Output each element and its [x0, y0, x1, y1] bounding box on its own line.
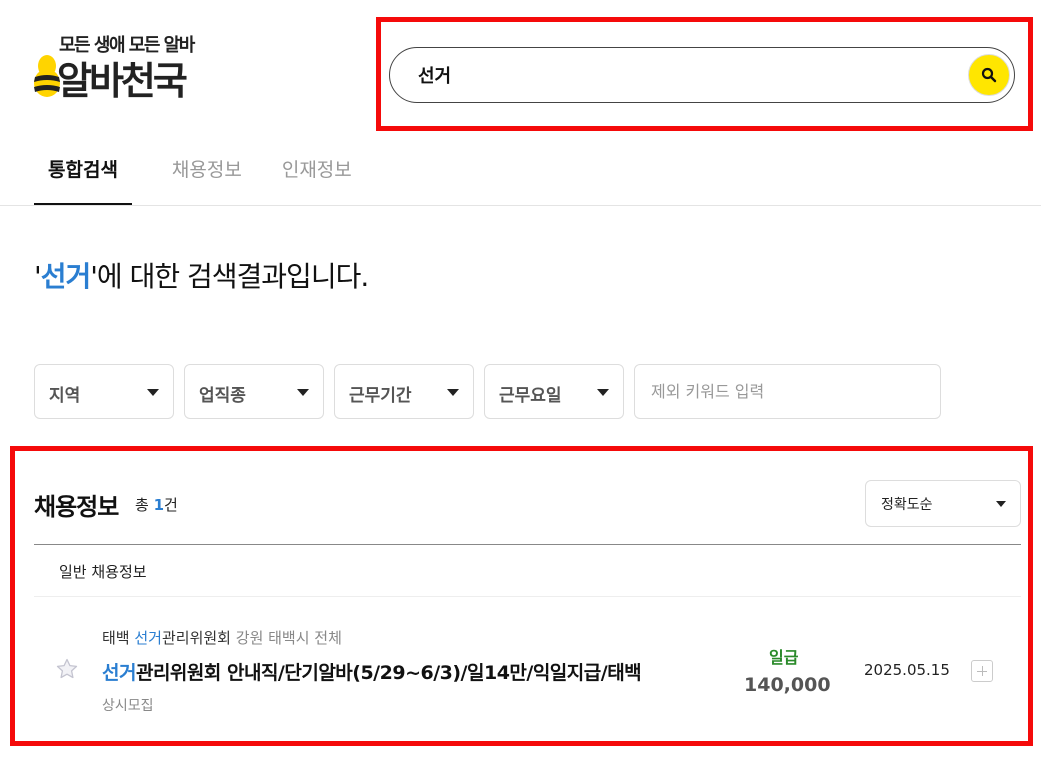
- search-box: [389, 47, 1015, 103]
- filter-work-days[interactable]: 근무요일: [484, 364, 624, 419]
- search-input[interactable]: [418, 62, 958, 88]
- heading-keyword: 선거: [40, 260, 92, 293]
- heading-suffix: '에 대한 검색결과입니다.: [90, 260, 369, 293]
- job-listing-row[interactable]: 태백 선거관리위원회 강원 태백시 전체 선거관리위원회 안내직/단기알바(5/…: [34, 597, 1021, 733]
- count-prefix: 총: [135, 496, 154, 514]
- result-heading: '선거'에 대한 검색결과입니다.: [34, 255, 369, 295]
- caret-down-icon: [147, 389, 159, 396]
- section-title: 채용정보: [34, 493, 119, 521]
- list-subheader: 일반 채용정보: [59, 563, 147, 581]
- sort-label: 정확도순: [881, 497, 933, 513]
- plus-icon[interactable]: [971, 660, 993, 682]
- sort-dropdown[interactable]: 정확도순: [865, 480, 1021, 527]
- pay-amount: 140,000: [744, 674, 831, 696]
- tab-job-info[interactable]: 채용정보: [172, 150, 242, 205]
- company-name: 태백 선거관리위원회 강원 태백시 전체: [102, 627, 342, 648]
- recruit-period: 상시모집: [102, 698, 154, 714]
- job-title-link[interactable]: 선거관리위원회 안내직/단기알바(5/29~6/3)/일14만/익일지급/태백: [102, 658, 642, 685]
- search-button[interactable]: [968, 54, 1010, 96]
- count-suffix: 건: [164, 496, 178, 514]
- company-prefix: 태백: [102, 629, 135, 647]
- list-top-divider: [34, 544, 1021, 545]
- caret-down-icon: [996, 501, 1006, 507]
- pay-type: 일급: [769, 648, 799, 667]
- filter-job-category-label: 업직종: [199, 386, 246, 406]
- filter-region[interactable]: 지역: [34, 364, 174, 419]
- logo-brand: 알바천국: [57, 59, 188, 103]
- star-icon[interactable]: [55, 657, 79, 681]
- title-rest: 관리위원회 안내직/단기알바(5/29~6/3)/일14만/익일지급/태백: [135, 662, 642, 684]
- exclude-keyword-input[interactable]: [634, 364, 941, 419]
- tab-talent-info[interactable]: 인재정보: [282, 150, 352, 205]
- title-keyword: 선거: [102, 662, 136, 684]
- filter-work-period[interactable]: 근무기간: [334, 364, 474, 419]
- caret-down-icon: [297, 389, 309, 396]
- search-icon: [981, 67, 997, 83]
- heading-quote: ': [34, 260, 42, 293]
- company-keyword: 선거: [134, 629, 162, 647]
- filter-work-days-label: 근무요일: [499, 386, 562, 406]
- company-suffix: 관리위원회: [161, 629, 231, 647]
- search-tabs: 통합검색 채용정보 인재정보: [34, 150, 392, 205]
- result-count: 총 1건: [135, 494, 178, 515]
- filter-job-category[interactable]: 업직종: [184, 364, 324, 419]
- filter-work-period-label: 근무기간: [349, 386, 412, 406]
- tabs-divider: [0, 205, 1041, 206]
- job-location: 강원 태백시 전체: [231, 629, 342, 647]
- caret-down-icon: [597, 389, 609, 396]
- posted-date: 2025.05.15: [864, 661, 950, 679]
- filter-region-label: 지역: [49, 386, 81, 406]
- tab-integrated-search[interactable]: 통합검색: [34, 150, 132, 205]
- count-number: 1: [153, 496, 165, 514]
- caret-down-icon: [447, 389, 459, 396]
